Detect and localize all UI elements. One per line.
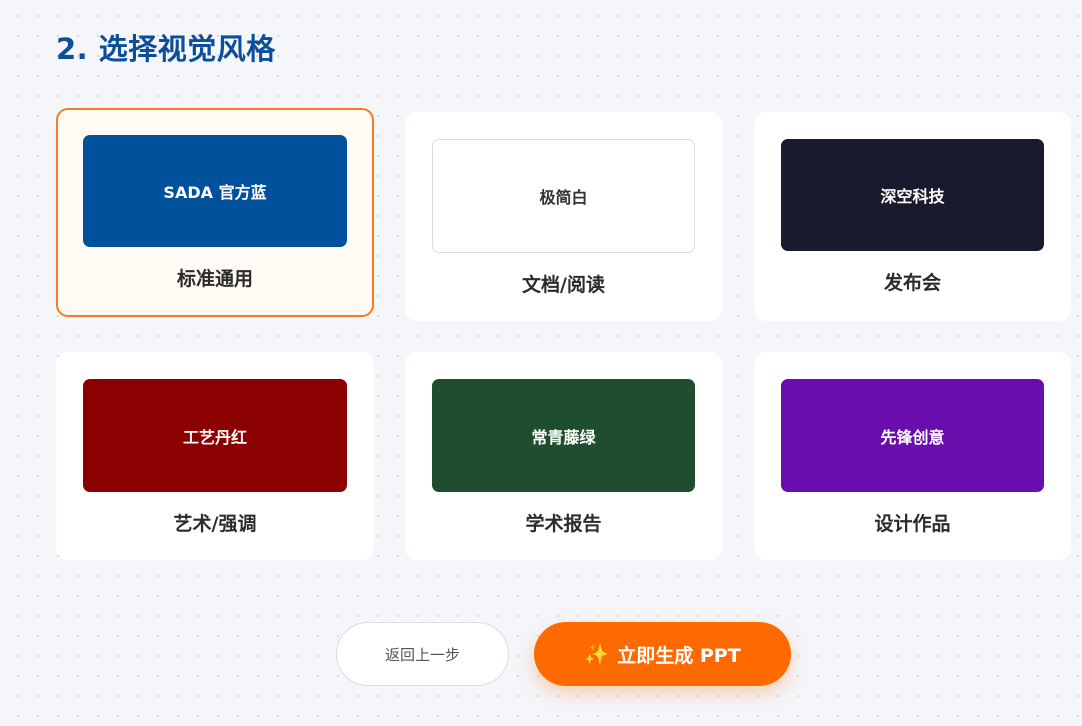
style-swatch-craft-red: 工艺丹红 — [83, 379, 347, 492]
swatch-text: 极简白 — [539, 188, 588, 207]
swatch-text: 先锋创意 — [880, 427, 945, 447]
style-card-minimal-white[interactable]: 极简白 文档/阅读 — [405, 112, 722, 321]
style-swatch-avant-garde: 先锋创意 — [781, 379, 1044, 492]
style-swatch-deep-space-tech: 深空科技 — [781, 139, 1044, 251]
style-card-sada-blue[interactable]: SADA 官方蓝 标准通用 — [56, 108, 374, 317]
section-title: 2. 选择视觉风格 — [56, 32, 276, 66]
back-button-label: 返回上一步 — [384, 645, 460, 664]
generate-ppt-button[interactable]: ✨ 立即生成 PPT — [534, 622, 791, 686]
style-card-label: 标准通用 — [176, 268, 253, 290]
style-card-label: 设计作品 — [874, 513, 951, 535]
swatch-text: SADA 官方蓝 — [163, 183, 267, 202]
sparkles-icon: ✨ — [584, 642, 610, 666]
style-card-ivy-green[interactable]: 常青藤绿 学术报告 — [405, 352, 722, 560]
style-card-craft-red[interactable]: 工艺丹红 艺术/强调 — [56, 352, 374, 560]
generate-ppt-label: 立即生成 PPT — [617, 644, 741, 667]
style-card-deep-space-tech[interactable]: 深空科技 发布会 — [754, 112, 1071, 321]
style-card-avant-garde[interactable]: 先锋创意 设计作品 — [754, 352, 1071, 560]
back-button[interactable]: 返回上一步 — [336, 622, 509, 686]
swatch-text: 工艺丹红 — [182, 427, 247, 447]
swatch-text: 深空科技 — [880, 187, 945, 206]
style-card-label: 文档/阅读 — [522, 274, 605, 296]
style-swatch-minimal-white: 极简白 — [432, 139, 695, 253]
swatch-text: 常青藤绿 — [531, 427, 596, 447]
style-card-label: 艺术/强调 — [173, 513, 257, 535]
style-card-label: 发布会 — [883, 272, 941, 294]
style-swatch-ivy-green: 常青藤绿 — [432, 379, 695, 492]
style-card-label: 学术报告 — [525, 513, 602, 535]
style-swatch-sada-blue: SADA 官方蓝 — [83, 135, 347, 247]
